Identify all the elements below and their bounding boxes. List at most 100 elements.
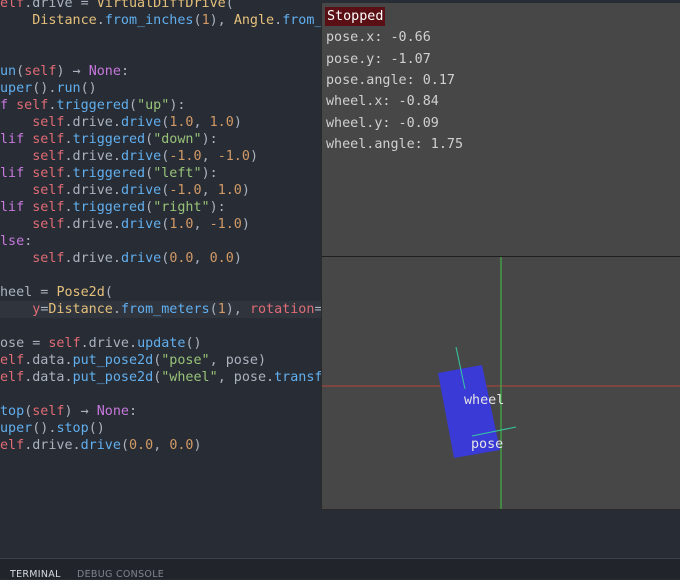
- code-token: ):: [169, 98, 186, 113]
- code-token: "right": [153, 200, 210, 215]
- code-token: ): [233, 251, 242, 266]
- code-token: .drive.: [64, 149, 121, 164]
- code-line[interactable]: elf.drive = VirtualDiffDrive(: [0, 0, 234, 12]
- code-token: -1.0: [209, 217, 242, 232]
- code-line[interactable]: lif self.triggered("right"):: [0, 199, 226, 216]
- code-token: triggered: [56, 98, 129, 113]
- code-token: 1.0: [217, 183, 242, 198]
- code-token: ,: [193, 217, 210, 232]
- code-token: :: [129, 404, 138, 419]
- code-token: ,: [193, 115, 210, 130]
- code-token: 1.0: [169, 115, 194, 130]
- code-token: :: [120, 64, 129, 79]
- code-token: (: [120, 438, 129, 453]
- code-line[interactable]: y=Distance.from_meters(1), rotation=Rot: [0, 301, 347, 318]
- code-token: self: [32, 115, 65, 130]
- code-token: 1.0: [209, 115, 234, 130]
- code-token: ): [249, 149, 258, 164]
- telemetry-wheel-x: wheel.x: -0.84: [326, 94, 439, 109]
- code-token: uper: [0, 81, 33, 96]
- code-token: drive: [120, 217, 162, 232]
- code-token: self: [32, 132, 65, 147]
- code-token: 0.0: [169, 251, 194, 266]
- code-token: elf: [0, 370, 25, 385]
- code-token: 1.0: [169, 217, 194, 232]
- telemetry-panel: Stopped pose.x: -0.66 pose.y: -1.07 pose…: [322, 3, 680, 257]
- code-line[interactable]: uper().run(): [0, 80, 97, 97]
- code-token: f: [0, 98, 17, 113]
- code-token: self: [32, 217, 65, 232]
- code-line[interactable]: self.drive.drive(-1.0, 1.0): [0, 182, 250, 199]
- code-line[interactable]: uper().stop(): [0, 420, 105, 437]
- code-token: drive: [120, 149, 162, 164]
- code-line[interactable]: Distance.from_inches(1), Angle.from_deg: [0, 12, 346, 29]
- code-token: lif: [0, 200, 33, 215]
- pose-label: pose: [471, 437, 503, 452]
- tab-terminal[interactable]: TERMINAL: [10, 569, 61, 580]
- code-token: .: [112, 302, 121, 317]
- code-line[interactable]: self.drive.drive(1.0, 1.0): [0, 114, 242, 131]
- code-line[interactable]: elf.drive.drive(0.0, 0.0): [0, 437, 202, 454]
- code-token: elf: [0, 0, 25, 11]
- code-token: .data.: [24, 353, 73, 368]
- code-token: VirtualDiffDrive: [96, 0, 226, 11]
- code-token: .: [64, 166, 73, 181]
- code-token: None: [96, 404, 129, 419]
- code-token: ):: [201, 132, 218, 147]
- code-token: from_meters: [120, 302, 210, 317]
- code-token: triggered: [72, 132, 146, 147]
- code-token: drive: [120, 115, 162, 130]
- telemetry-wheel-y: wheel.y: -0.09: [326, 116, 439, 131]
- code-line[interactable]: lse:: [0, 233, 32, 250]
- code-token: 0.0: [169, 438, 194, 453]
- code-token: triggered: [72, 166, 146, 181]
- code-token: heel =: [0, 285, 57, 300]
- code-token: put_pose2d: [72, 370, 154, 385]
- code-token: "up": [137, 98, 170, 113]
- code-token: .drive.: [64, 217, 121, 232]
- code-line[interactable]: self.drive.drive(1.0, -1.0): [0, 216, 250, 233]
- code-line[interactable]: elf.data.put_pose2d("pose", pose): [0, 352, 266, 369]
- code-line[interactable]: f self.triggered("up"):: [0, 97, 185, 114]
- field-viewport[interactable]: wheel pose: [322, 257, 680, 509]
- code-line[interactable]: elf.data.put_pose2d("wheel", pose.transf…: [0, 369, 339, 386]
- code-line[interactable]: heel = Pose2d(: [0, 284, 113, 301]
- code-token: self: [32, 200, 65, 215]
- code-line[interactable]: ose = self.drive.update(): [0, 335, 202, 352]
- code-token: .drive.: [64, 183, 121, 198]
- code-token: -1.0: [169, 183, 202, 198]
- code-token: .: [274, 13, 283, 28]
- code-token: .: [96, 13, 105, 28]
- code-token: self: [32, 166, 65, 181]
- code-token: ): [241, 217, 250, 232]
- code-token: self: [32, 404, 65, 419]
- code-token: self: [32, 251, 65, 266]
- tab-debug-console[interactable]: DEBUG CONSOLE: [77, 569, 164, 580]
- code-line[interactable]: un(self) → None:: [0, 63, 129, 80]
- code-line[interactable]: self.drive.drive(0.0, 0.0): [0, 250, 242, 267]
- wheel-label: wheel: [464, 393, 504, 408]
- code-token: put_pose2d: [72, 353, 154, 368]
- code-line[interactable]: lif self.triggered("down"):: [0, 131, 218, 148]
- code-token: ),: [225, 302, 250, 317]
- code-token: (: [104, 285, 113, 300]
- code-token: (: [129, 98, 138, 113]
- code-token: ):: [209, 200, 226, 215]
- code-token: update: [137, 336, 186, 351]
- code-token: .: [64, 132, 73, 147]
- code-token: ):: [201, 166, 218, 181]
- code-token: self: [48, 336, 81, 351]
- code-token: Distance: [48, 302, 113, 317]
- code-line[interactable]: top(self) → None:: [0, 403, 137, 420]
- code-line[interactable]: self.drive.drive(-1.0, -1.0): [0, 148, 258, 165]
- code-token: rotation: [249, 302, 315, 317]
- code-token: .drive.: [64, 251, 121, 266]
- code-token: :: [24, 234, 33, 249]
- code-token: None: [88, 64, 121, 79]
- code-token: .data.: [24, 370, 73, 385]
- code-line[interactable]: lif self.triggered("left"):: [0, 165, 218, 182]
- code-token: ,: [193, 251, 210, 266]
